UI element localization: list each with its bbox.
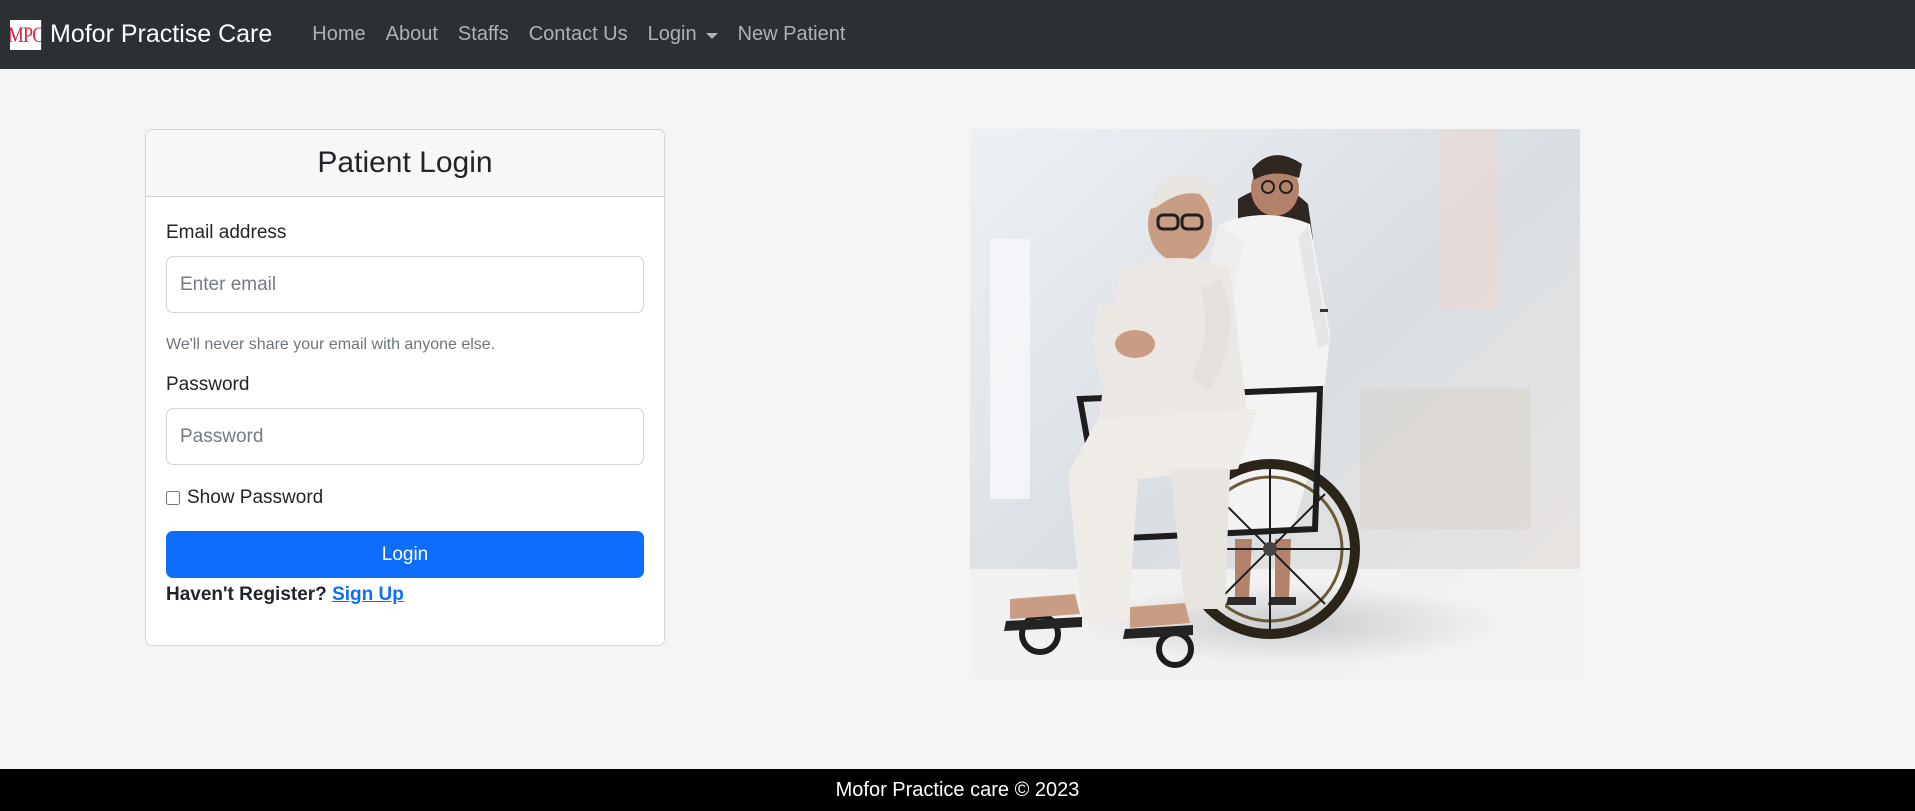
login-card-header: Patient Login xyxy=(146,130,664,197)
nav-link-home[interactable]: Home xyxy=(302,23,375,46)
hero-illustration xyxy=(970,129,1580,679)
login-button[interactable]: Login xyxy=(166,531,644,578)
login-form: Email address We'll never share your ema… xyxy=(146,222,664,606)
email-help-text: We'll never share your email with anyone… xyxy=(166,336,496,353)
email-label: Email address xyxy=(166,222,287,243)
show-password-label: Show Password xyxy=(187,487,324,508)
password-input[interactable] xyxy=(166,408,644,465)
nav-link-new-patient[interactable]: New Patient xyxy=(728,23,856,46)
show-password-checkbox[interactable] xyxy=(166,491,180,505)
register-row: Haven't Register? Sign Up xyxy=(166,584,644,606)
footer: Mofor Practice care © 2023 xyxy=(0,769,1915,811)
caret-down-icon xyxy=(705,32,718,39)
brand-name: Mofor Practise Care xyxy=(50,20,273,48)
footer-copyright: Mofor Practice care © 2023 xyxy=(835,778,1080,801)
register-prompt: Haven't Register? xyxy=(166,584,327,605)
login-title: Patient Login xyxy=(317,146,493,179)
login-card: Patient Login Email address We'll never … xyxy=(145,129,665,646)
nav-links: Home About Staffs Contact Us Login New P… xyxy=(302,23,855,46)
hero-image-nurse-and-patient xyxy=(970,129,1580,679)
show-password-row: Show Password xyxy=(166,487,644,509)
nav-login-dropdown[interactable]: Login xyxy=(638,23,728,46)
nav-link-about[interactable]: About xyxy=(376,23,448,46)
nav-link-contact[interactable]: Contact Us xyxy=(519,23,638,46)
signup-link[interactable]: Sign Up xyxy=(332,584,404,605)
brand-logo: MPC xyxy=(10,19,42,50)
top-navbar: MPC Mofor Practise Care Home About Staff… xyxy=(0,0,1915,69)
nav-link-staffs[interactable]: Staffs xyxy=(448,23,519,46)
password-label: Password xyxy=(166,374,250,395)
nav-login-label: Login xyxy=(647,23,697,45)
brand-link[interactable]: MPC Mofor Practise Care xyxy=(10,19,273,50)
email-input[interactable] xyxy=(166,256,644,313)
